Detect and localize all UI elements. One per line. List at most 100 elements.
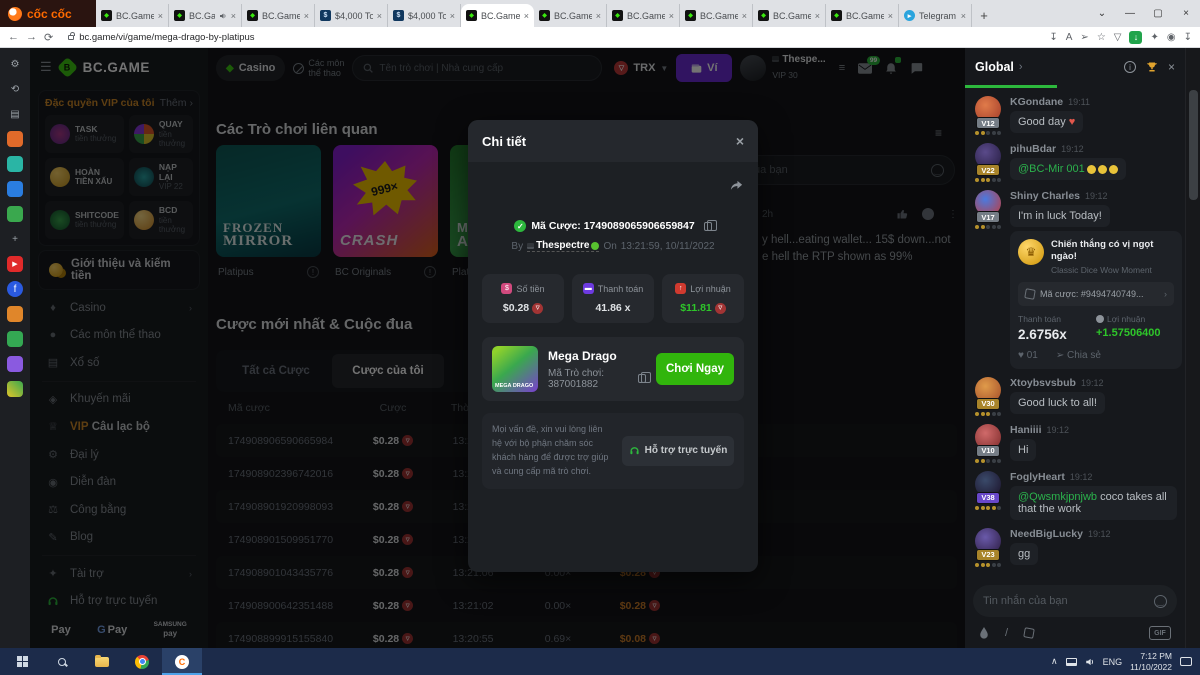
share-arrow-icon[interactable] [729,178,744,193]
chat-username[interactable]: FoglyHeart19:12 [1010,471,1177,483]
games-icon[interactable] [7,206,23,222]
browser-tab[interactable]: ◆BC.Ga× [169,4,242,27]
page-scrollbar[interactable] [1185,48,1200,648]
youtube-icon[interactable]: ▶ [7,256,23,272]
browser-brand[interactable]: cốc cốc [0,0,96,27]
add-app-icon[interactable]: + [7,231,23,247]
browser-tab[interactable]: ◆BC.Game× [607,4,680,27]
tab-close-icon[interactable]: × [158,11,163,21]
browser-tab[interactable]: $$4,000 Top× [388,4,461,27]
history-icon[interactable]: ⟲ [7,81,23,97]
chat-info-icon[interactable]: i [1124,61,1136,73]
tab-close-icon[interactable]: × [524,11,529,21]
gif-button[interactable]: GIF [1149,626,1171,640]
forward-button[interactable]: → [26,31,37,43]
tab-close-icon[interactable]: × [669,11,674,21]
tab-close-icon[interactable]: × [888,11,893,21]
minimize-button[interactable]: — [1116,8,1144,19]
chat-username[interactable]: pihuBdar19:12 [1010,143,1177,155]
chat-close-icon[interactable]: × [1168,60,1175,74]
tab-close-icon[interactable]: × [815,11,820,21]
browser-tab-active[interactable]: ◆BC.Game× [461,4,534,27]
scrollbar-thumb[interactable] [1189,90,1198,200]
network-icon[interactable] [1066,658,1077,666]
reload-button[interactable]: ⟳ [44,31,53,44]
download-manager-icon[interactable]: ↓ [1129,31,1142,44]
tab-close-icon[interactable]: × [450,11,455,21]
win-bet-id[interactable]: Mã cược: #9494740749...› [1018,282,1174,306]
taskbar-search-button[interactable] [42,648,82,675]
browser-tab[interactable]: ◆BC.Game× [96,4,169,27]
new-tab-button[interactable]: + [972,4,996,27]
browser-tab[interactable]: ▸Telegram× [899,4,972,27]
coccoc-button[interactable]: C [162,648,202,675]
browser-tab[interactable]: ◆BC.Game× [242,4,315,27]
language-indicator[interactable]: ENG [1103,657,1123,667]
tab-close-icon[interactable]: × [596,11,601,21]
taskbar-clock[interactable]: 7:12 PM11/10/2022 [1130,651,1172,671]
chrome-button[interactable] [122,648,162,675]
reading-list-icon[interactable]: ▤ [7,106,23,122]
start-button[interactable] [2,648,42,675]
mention-link[interactable]: @BC-Mir 001 [1018,163,1085,175]
store-icon[interactable] [7,306,23,322]
tab-close-icon[interactable]: × [961,11,966,21]
tab-close-icon[interactable]: × [231,11,236,21]
volume-icon[interactable] [1085,657,1095,667]
pixel-app-icon[interactable] [7,381,23,397]
extensions-icon[interactable]: ✦ [1150,32,1158,43]
play-now-button[interactable]: Chơi Ngay [656,353,734,385]
chat-username[interactable]: Shiny Charles19:12 [1010,190,1177,202]
browser-tab[interactable]: ◆BC.Game× [680,4,753,27]
browser-tab[interactable]: ◆BC.Game× [534,4,607,27]
browser-tab[interactable]: $$4,000 Top× [315,4,388,27]
browser-tab[interactable]: ◆BC.Game× [826,4,899,27]
maximize-button[interactable]: ▢ [1144,8,1172,19]
dice-icon[interactable] [1023,627,1035,639]
apps-icon[interactable] [7,356,23,372]
adblock-shield-icon[interactable]: ▽ [1114,32,1122,43]
tab-search-icon[interactable]: ⌄ [1088,8,1116,19]
commands-icon[interactable]: / [1005,627,1008,639]
translate-icon[interactable]: A [1066,32,1073,43]
tray-expand-icon[interactable]: ∧ [1051,656,1058,667]
tab-close-icon[interactable]: × [377,11,382,21]
file-explorer-button[interactable] [82,648,122,675]
mention-link[interactable]: @Qwsmkjpnjwb [1018,491,1097,503]
hot-news-icon[interactable] [7,131,23,147]
trophy-icon[interactable] [1146,61,1158,73]
share-button[interactable]: ➢ Chia sẻ [1056,350,1101,361]
win-share-card[interactable]: ♛ Chiến thắng có vị ngọt ngào!Classic Di… [1010,231,1182,369]
chat-username[interactable]: Haniiii19:12 [1010,424,1177,436]
chat-username[interactable]: Xtoybsvsbub19:12 [1010,377,1177,389]
browser-tab[interactable]: ◆BC.Game× [753,4,826,27]
back-button[interactable]: ← [8,31,19,43]
copy-icon[interactable] [704,222,712,231]
close-button[interactable]: × [1172,8,1200,19]
emoji-picker-icon[interactable]: ‿ [1154,595,1167,608]
facebook-icon[interactable]: f [7,281,23,297]
chat-username[interactable]: KGondane19:11 [1010,96,1177,108]
chat-channel-selector[interactable]: Global [975,60,1014,74]
action-center-icon[interactable] [1180,657,1192,666]
tab-close-icon[interactable]: × [742,11,747,21]
rain-icon[interactable] [979,627,989,639]
music-icon[interactable] [7,331,23,347]
chat-app-icon[interactable] [7,156,23,172]
bet-owner-link[interactable]: Thespectre [527,240,599,252]
downloads-tray-icon[interactable]: ↧ [1184,32,1192,43]
copy-icon[interactable] [638,374,646,383]
bookmark-star-icon[interactable]: ☆ [1097,32,1106,43]
live-support-button[interactable]: Hỗ trợ trực tuyến [622,436,734,466]
gear-icon[interactable]: ⚙ [7,56,23,72]
messenger-icon[interactable] [7,181,23,197]
tab-close-icon[interactable]: × [304,11,309,21]
modal-game-card[interactable]: MEGA DRAGO Mega Drago Mã Trò chơi: 38700… [482,337,744,401]
save-page-icon[interactable]: ↧ [1049,32,1057,43]
chat-input[interactable]: Tin nhắn của bạn ‿ [973,585,1177,617]
share-icon[interactable]: ➢ [1080,32,1088,43]
modal-close-icon[interactable]: × [736,133,744,149]
like-button[interactable]: ♥ 01 [1018,350,1038,361]
address-bar[interactable]: bc.game/vi/game/mega-drago-by-platipus [60,29,1042,45]
chat-username[interactable]: NeedBigLucky19:12 [1010,528,1177,540]
